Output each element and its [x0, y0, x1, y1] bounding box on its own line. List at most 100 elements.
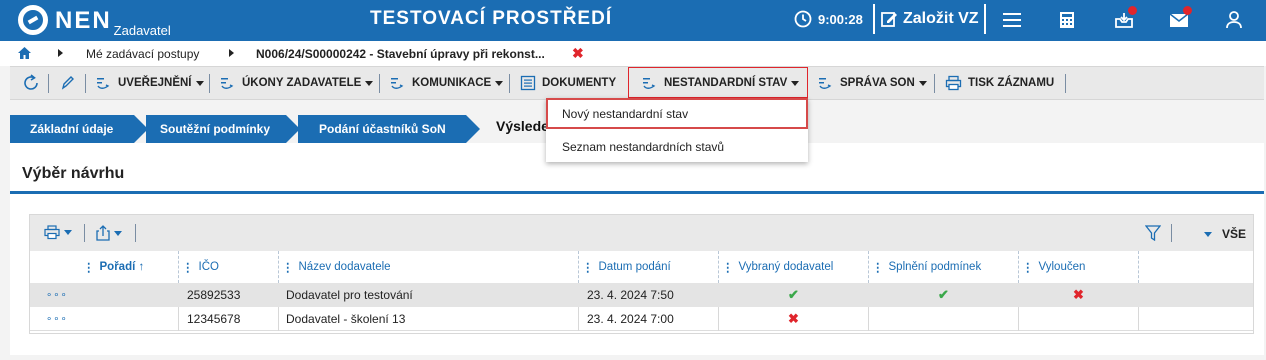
- row-actions-icon[interactable]: ∘∘∘: [46, 307, 68, 331]
- sprava-son-label: SPRÁVA SON: [840, 77, 915, 89]
- row-actions-icon[interactable]: ∘∘∘: [46, 283, 68, 307]
- export-icon: [96, 225, 110, 241]
- grid-toolbar-divider: [135, 224, 136, 242]
- table-row[interactable]: ∘∘∘ 12345678 Dodavatel - školení 13 23. …: [30, 307, 1253, 331]
- column-label: Datum podání: [598, 261, 671, 273]
- tab-results[interactable]: Výslede: [496, 118, 549, 134]
- toolbar-divider: [48, 74, 49, 93]
- table-row[interactable]: ∘∘∘ 25892533 Dodavatel pro testování 23.…: [30, 283, 1253, 307]
- mail-icon[interactable]: [1168, 6, 1192, 30]
- nestandardni-label: NESTANDARDNÍ STAV: [664, 77, 788, 89]
- export-button[interactable]: [96, 225, 122, 241]
- column-label: Vybraný dodavatel: [738, 261, 834, 273]
- filter-button[interactable]: [1145, 225, 1161, 241]
- column-name[interactable]: ⋮ Název dodavatele: [282, 251, 391, 283]
- column-ico[interactable]: ⋮ IČO: [182, 251, 219, 283]
- column-divider: [178, 251, 179, 283]
- chevron-down-icon: [1204, 231, 1212, 237]
- breadcrumb-separator-icon: [58, 49, 63, 57]
- tisk-label: TISK ZÁZNAMU: [968, 77, 1055, 89]
- print-options-button[interactable]: [44, 225, 72, 240]
- check-icon: ✔: [938, 287, 949, 302]
- cell-name: Dodavatel pro testování: [286, 288, 413, 302]
- cell-ico: 12345678: [187, 312, 241, 326]
- column-date[interactable]: ⋮ Datum podání: [582, 251, 671, 283]
- pencil-icon: [61, 76, 74, 90]
- dropdown-item-new-state[interactable]: Nový nestandardní stav: [546, 98, 808, 129]
- toolbar-divider: [85, 74, 86, 93]
- tisk-zaznamu-button[interactable]: TISK ZÁZNAMU: [945, 67, 1054, 99]
- close-icon[interactable]: ✖: [572, 45, 584, 62]
- column-divider: [278, 251, 279, 283]
- clock-time: 9:00:28: [818, 11, 863, 27]
- toolbar-divider: [509, 74, 510, 93]
- column-divider: [578, 251, 579, 283]
- column-poradi[interactable]: ⋮ Pořadí ↑: [83, 251, 144, 283]
- toolbar-divider: [379, 74, 380, 93]
- komunikace-menu[interactable]: KOMUNIKACE: [390, 67, 504, 99]
- notification-dot: [1183, 6, 1192, 15]
- top-bar: NEN Zadavatel TESTOVACÍ PROSTŘEDÍ 9:00:2…: [0, 0, 1266, 41]
- dropdown-item-state-list[interactable]: Seznam nestandardních stavů: [546, 131, 808, 162]
- nestandardni-dropdown: Nový nestandardní stav Seznam nestandard…: [546, 98, 808, 162]
- nen-logo[interactable]: NEN Zadavatel: [18, 4, 171, 38]
- sprava-son-menu[interactable]: SPRÁVA SON: [818, 67, 927, 99]
- column-divider: [1138, 251, 1139, 283]
- edit-button[interactable]: [60, 67, 80, 99]
- user-icon[interactable]: [1223, 10, 1245, 30]
- action-toolbar: UVEŘEJNĚNÍ ÚKONY ZADAVATELE KOMUNIKACE D…: [10, 66, 1264, 100]
- grid-header: ⋮ Pořadí ↑ ⋮ IČO ⋮ Název dodavatele ⋮ Datum …: [30, 251, 1253, 283]
- calculator-icon[interactable]: [1056, 10, 1078, 30]
- breadcrumb: Mé zadávací postupy N006/24/S00000242 - …: [0, 41, 1266, 66]
- logo-text: NEN: [55, 7, 112, 34]
- cross-icon: ✖: [1073, 287, 1084, 302]
- tab-tender-conditions[interactable]: Soutěžní podmínky: [146, 115, 300, 143]
- selection-panel: Výběr návrhu VŠE ⋮ Pořadí ↑ ⋮ IČO ⋮ Náze…: [10, 143, 1264, 355]
- toolbar-divider: [934, 74, 935, 93]
- list-flow-icon: [391, 78, 404, 89]
- column-conditions[interactable]: ⋮ Splnění podmínek: [872, 251, 981, 283]
- column-divider: [868, 251, 869, 283]
- printer-icon: [945, 75, 962, 91]
- cell-name: Dodavatel - školení 13: [286, 312, 406, 326]
- list-flow-icon: [643, 78, 656, 89]
- create-vz-button[interactable]: Založit VZ: [873, 4, 986, 34]
- home-icon[interactable]: [18, 47, 31, 62]
- dokumenty-button[interactable]: DOKUMENTY: [520, 67, 616, 99]
- toolbar-divider: [1065, 74, 1066, 93]
- nestandardni-stav-menu[interactable]: NESTANDARDNÍ STAV: [642, 67, 800, 99]
- uverejneni-label: UVEŘEJNĚNÍ: [118, 77, 192, 89]
- list-flow-icon: [819, 78, 832, 89]
- panel-divider: [10, 191, 1264, 194]
- breadcrumb-separator-icon: [229, 49, 234, 57]
- uverejneni-menu[interactable]: UVEŘEJNĚNÍ: [96, 67, 204, 99]
- notification-dot: [1128, 6, 1137, 15]
- refresh-button[interactable]: [22, 67, 46, 99]
- cell-date: 23. 4. 2024 7:50: [587, 288, 674, 302]
- list-flow-icon: [221, 78, 234, 89]
- toolbar-divider: [209, 74, 210, 93]
- menu-icon[interactable]: [1001, 10, 1023, 30]
- printer-icon: [44, 225, 60, 240]
- edit-icon: [881, 12, 897, 27]
- breadcrumb-item-current[interactable]: N006/24/S00000242 - Stavební úpravy při …: [256, 47, 545, 61]
- column-label: Pořadí ↑: [99, 261, 145, 273]
- create-vz-label: Založit VZ: [903, 10, 979, 27]
- list-flow-icon: [97, 78, 110, 89]
- inbox-icon[interactable]: [1113, 6, 1137, 30]
- komunikace-label: KOMUNIKACE: [412, 77, 492, 89]
- panel-title: Výběr návrhu: [22, 165, 125, 182]
- breadcrumb-item-procedures[interactable]: Mé zadávací postupy: [86, 47, 199, 61]
- column-divider: [718, 251, 719, 283]
- column-selected-supplier[interactable]: ⋮ Vybraný dodavatel: [722, 251, 833, 283]
- tab-basic-info[interactable]: Základní údaje: [10, 115, 148, 143]
- view-all-button[interactable]: VŠE: [1204, 227, 1246, 241]
- cross-icon: ✖: [788, 311, 799, 326]
- filter-icon: [1145, 225, 1161, 241]
- grid-toolbar: VŠE: [30, 215, 1253, 251]
- tab-participant-submissions[interactable]: Podání účastníků SoN: [298, 115, 480, 143]
- column-label: Vyloučen: [1038, 261, 1086, 273]
- column-excluded[interactable]: ⋮ Vyloučen: [1022, 251, 1085, 283]
- ukony-menu[interactable]: ÚKONY ZADAVATELE: [220, 67, 374, 99]
- refresh-icon: [24, 74, 38, 90]
